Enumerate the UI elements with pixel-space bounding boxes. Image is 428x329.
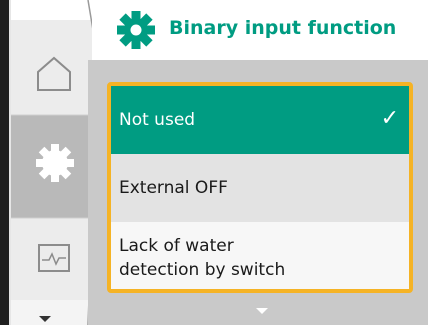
option-not-used[interactable]: Not used ✓ (111, 86, 409, 154)
device-bezel (0, 0, 9, 325)
option-label: External OFF (119, 178, 228, 198)
nav-item-home[interactable] (20, 40, 90, 110)
gear-icon (117, 11, 155, 49)
bezel-edge (9, 0, 11, 325)
option-list: Not used ✓ External OFF Lack of water de… (107, 82, 413, 293)
gear-icon (36, 144, 74, 182)
nav-item-settings[interactable] (20, 130, 90, 200)
option-lack-of-water[interactable]: Lack of water detection by switch (111, 222, 409, 289)
page-title: Binary input function (169, 17, 397, 39)
page-header: Binary input function (92, 0, 428, 60)
option-label-line1: Lack of water (119, 235, 234, 256)
scroll-down-icon[interactable] (256, 308, 268, 314)
pulse-monitor-icon (38, 244, 70, 272)
option-label-line2: detection by switch (119, 259, 286, 280)
option-label: Not used (119, 110, 196, 130)
home-icon (37, 56, 71, 91)
option-external-off[interactable]: External OFF (111, 154, 409, 222)
nav-item-diagnostics[interactable] (20, 228, 90, 288)
nav-scroll-down-icon[interactable] (34, 310, 56, 322)
checkmark-icon: ✓ (380, 106, 399, 131)
